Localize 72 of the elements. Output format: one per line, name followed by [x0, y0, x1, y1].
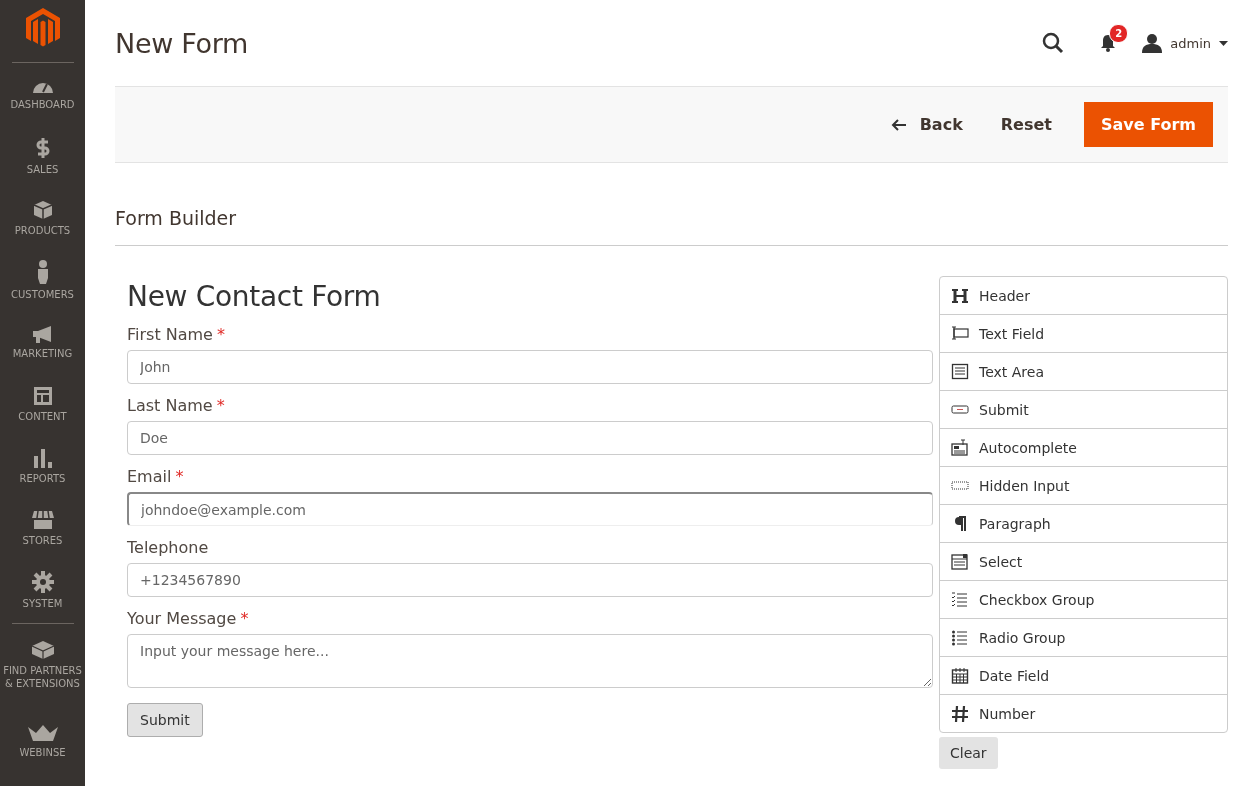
- user-menu[interactable]: admin: [1142, 33, 1228, 53]
- input-field[interactable]: johndoe@example.com: [127, 492, 933, 526]
- reset-button[interactable]: Reset: [986, 102, 1066, 147]
- sidebar-nav-item[interactable]: MARKETING: [0, 311, 85, 373]
- sidebar-nav-item[interactable]: CUSTOMERS: [0, 249, 85, 311]
- bell-icon[interactable]: [1100, 34, 1117, 52]
- required-asterisk: *: [216, 396, 225, 415]
- select-field-icon: [951, 552, 969, 571]
- text-area[interactable]: Input your message here...: [127, 634, 933, 688]
- field-type-item[interactable]: Radio Group: [940, 618, 1227, 656]
- heading-icon: [951, 286, 969, 305]
- save-form-button[interactable]: Save Form: [1084, 102, 1213, 147]
- sidebar-nav-item[interactable]: REPORTS: [0, 435, 85, 497]
- required-asterisk: *: [240, 609, 249, 628]
- hash-icon: [951, 704, 969, 723]
- person-icon: [36, 259, 49, 284]
- logo-icon[interactable]: [25, 8, 60, 48]
- sidebar-nav-item[interactable]: STORES: [0, 497, 85, 559]
- field-label: Telephone: [127, 538, 209, 557]
- sidebar-nav-item[interactable]: FIND PARTNERS & EXTENSIONS: [0, 626, 85, 700]
- input-field[interactable]: +1234567890: [127, 563, 933, 597]
- list-icon: [951, 628, 969, 647]
- field-type-item[interactable]: Checkbox Group: [940, 580, 1227, 618]
- field-type-item[interactable]: Select: [940, 542, 1227, 580]
- dollar-icon: [35, 136, 50, 159]
- checklist-icon: [951, 590, 969, 609]
- field-label: Your Message: [127, 609, 237, 628]
- dropdown-field-icon: [951, 438, 969, 457]
- layout-icon: [32, 385, 53, 406]
- megaphone-icon: [31, 324, 54, 343]
- crown-icon: [26, 723, 59, 742]
- storefront-icon: [30, 509, 55, 530]
- field-label: Last Name: [127, 396, 213, 415]
- sidebar-nav-item[interactable]: PRODUCTS: [0, 187, 85, 249]
- calendar-icon: [951, 666, 969, 685]
- text-lines-icon: [951, 362, 969, 381]
- required-asterisk: *: [175, 467, 184, 486]
- clear-button[interactable]: Clear: [939, 737, 998, 769]
- field-type-item[interactable]: Header: [940, 277, 1227, 314]
- field-type-item[interactable]: Hidden Input: [940, 466, 1227, 504]
- field-type-item[interactable]: Text Area: [940, 352, 1227, 390]
- sidebar-nav-item[interactable]: SYSTEM: [0, 559, 85, 621]
- sidebar-nav-item[interactable]: DASHBOARD: [0, 63, 85, 125]
- field-label: Email: [127, 467, 172, 486]
- back-button[interactable]: Back: [876, 102, 977, 147]
- text-input-icon: [951, 324, 969, 343]
- section-title: Form Builder: [115, 207, 1228, 246]
- field-type-item[interactable]: Submit: [940, 390, 1227, 428]
- field-type-item[interactable]: Date Field: [940, 656, 1227, 694]
- field-type-item[interactable]: Number: [940, 694, 1227, 732]
- gear-icon: [31, 570, 54, 593]
- form-title: New Contact Form: [127, 280, 382, 313]
- field-label: First Name: [127, 325, 213, 344]
- caret-icon: [1219, 40, 1228, 46]
- sidebar-nav-item[interactable]: CONTENT: [0, 373, 85, 435]
- input-field[interactable]: Doe: [127, 421, 933, 455]
- sidebar-nav-item[interactable]: WEBINSE: [0, 710, 85, 772]
- search-icon[interactable]: [1042, 32, 1065, 54]
- field-type-item[interactable]: Autocomplete: [940, 428, 1227, 466]
- user-icon: [1142, 33, 1163, 53]
- arrow-left-icon: [890, 118, 906, 131]
- bar-chart-icon: [32, 447, 53, 468]
- sidebar-nav-item[interactable]: SALES: [0, 125, 85, 187]
- submit-button[interactable]: Submit: [127, 703, 203, 737]
- notification-count: 2: [1109, 24, 1129, 43]
- page-title: New Form: [115, 27, 250, 59]
- field-type-item[interactable]: Paragraph: [940, 504, 1227, 542]
- input-field[interactable]: John: [127, 350, 933, 384]
- field-type-item[interactable]: Text Field: [940, 314, 1227, 352]
- blocks-icon: [30, 640, 55, 660]
- required-asterisk: *: [216, 325, 225, 344]
- box-icon: [32, 199, 53, 220]
